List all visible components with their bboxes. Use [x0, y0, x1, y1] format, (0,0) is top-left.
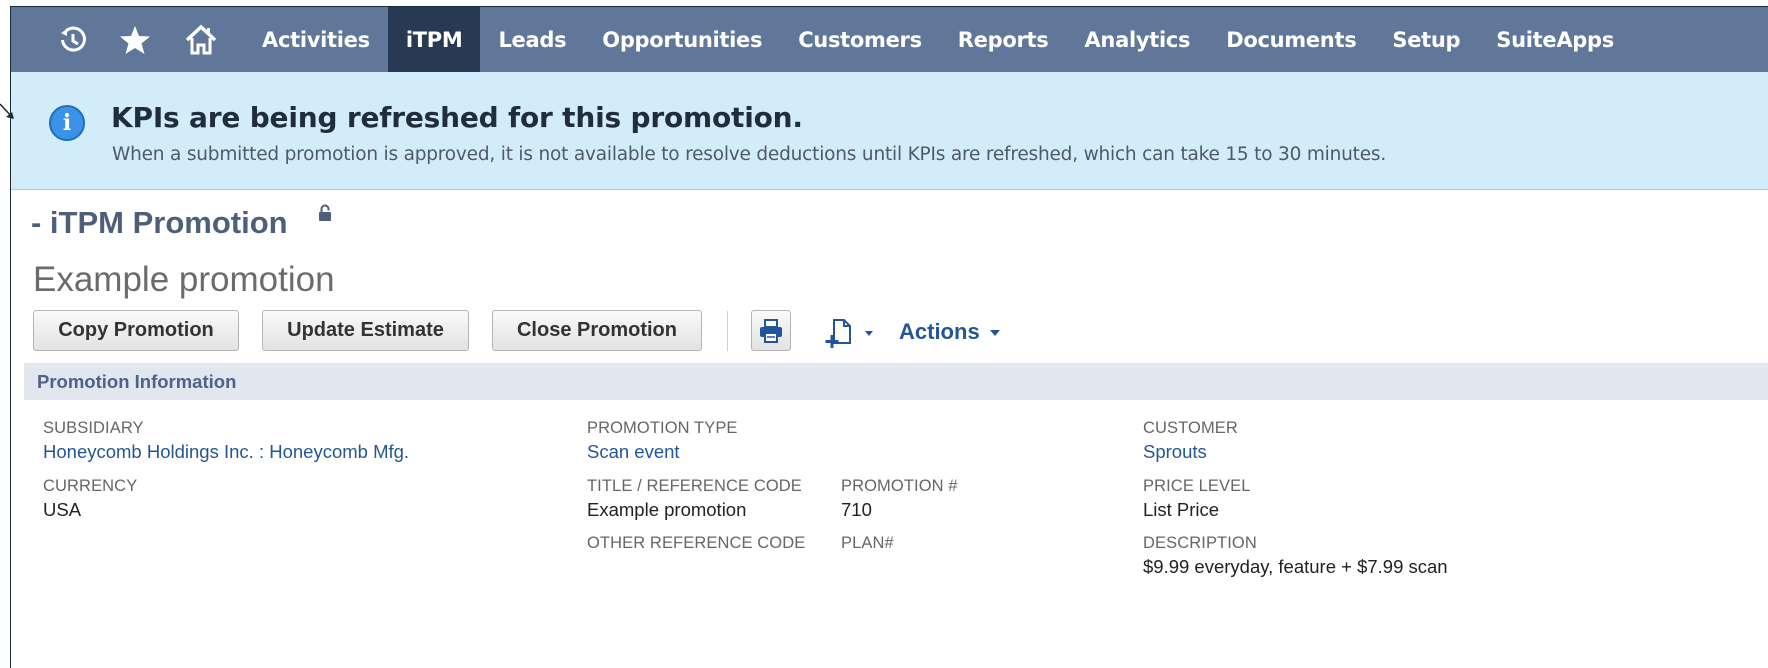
- promotion-type-label: PROMOTION TYPE: [587, 419, 738, 437]
- star-icon[interactable]: [102, 7, 168, 72]
- nav-suiteapps[interactable]: SuiteApps: [1478, 7, 1632, 72]
- callout-arrow-icon: [0, 103, 14, 119]
- copy-promotion-button[interactable]: Copy Promotion: [33, 310, 239, 351]
- toolbar-divider: [727, 311, 728, 351]
- section-header[interactable]: Promotion Information: [24, 363, 1768, 400]
- nav-customers[interactable]: Customers: [780, 7, 940, 72]
- print-button[interactable]: [751, 310, 791, 351]
- info-banner: i KPIs are being refreshed for this prom…: [11, 72, 1768, 190]
- nav-opportunities[interactable]: Opportunities: [584, 7, 780, 72]
- nav-activities[interactable]: Activities: [244, 7, 388, 72]
- customer-label: CUSTOMER: [1143, 419, 1238, 437]
- chevron-down-icon[interactable]: [989, 329, 1001, 337]
- section-title: Promotion Information: [37, 371, 237, 392]
- record-title: Example promotion: [33, 260, 335, 299]
- nav-setup[interactable]: Setup: [1374, 7, 1478, 72]
- title-reference-label: TITLE / REFERENCE CODE: [587, 477, 802, 495]
- title-reference-value: Example promotion: [587, 499, 747, 520]
- app-window: Activities iTPM Leads Opportunities Cust…: [10, 6, 1768, 668]
- top-nav-bar: Activities iTPM Leads Opportunities Cust…: [11, 7, 1768, 72]
- nav-itpm[interactable]: iTPM: [387, 7, 481, 72]
- description-value: $9.99 everyday, feature + $7.99 scan: [1143, 556, 1448, 577]
- subsidiary-label: SUBSIDIARY: [43, 419, 144, 437]
- recent-records-icon[interactable]: [44, 7, 102, 72]
- banner-message: When a submitted promotion is approved, …: [112, 144, 1387, 165]
- customer-value[interactable]: Sprouts: [1143, 441, 1207, 463]
- banner-title: KPIs are being refreshed for this promot…: [111, 101, 803, 134]
- lock-icon: [319, 204, 331, 221]
- info-icon: i: [49, 105, 85, 141]
- close-promotion-button[interactable]: Close Promotion: [492, 310, 702, 351]
- currency-value: USA: [43, 499, 82, 520]
- update-estimate-button[interactable]: Update Estimate: [262, 310, 469, 351]
- nav-reports[interactable]: Reports: [940, 7, 1067, 72]
- print-icon: [760, 318, 782, 343]
- currency-label: CURRENCY: [43, 477, 138, 495]
- actions-menu[interactable]: Actions: [899, 319, 980, 345]
- other-reference-label: OTHER REFERENCE CODE: [587, 534, 806, 552]
- record-type-heading: - iTPM Promotion: [31, 205, 288, 240]
- new-record-icon[interactable]: [823, 317, 879, 349]
- nav-leads[interactable]: Leads: [480, 7, 584, 72]
- promotion-number-label: PROMOTION #: [841, 477, 958, 495]
- description-label: DESCRIPTION: [1143, 534, 1257, 552]
- nav-documents[interactable]: Documents: [1208, 7, 1374, 72]
- promotion-type-value[interactable]: Scan event: [587, 441, 680, 463]
- price-level-label: PRICE LEVEL: [1143, 477, 1251, 495]
- price-level-value: List Price: [1143, 499, 1220, 520]
- promotion-number-value: 710: [841, 499, 872, 520]
- home-icon[interactable]: [168, 7, 234, 72]
- plan-number-label: PLAN#: [841, 534, 894, 552]
- nav-analytics[interactable]: Analytics: [1066, 7, 1208, 72]
- subsidiary-value[interactable]: Honeycomb Holdings Inc. : Honeycomb Mfg.: [43, 441, 409, 463]
